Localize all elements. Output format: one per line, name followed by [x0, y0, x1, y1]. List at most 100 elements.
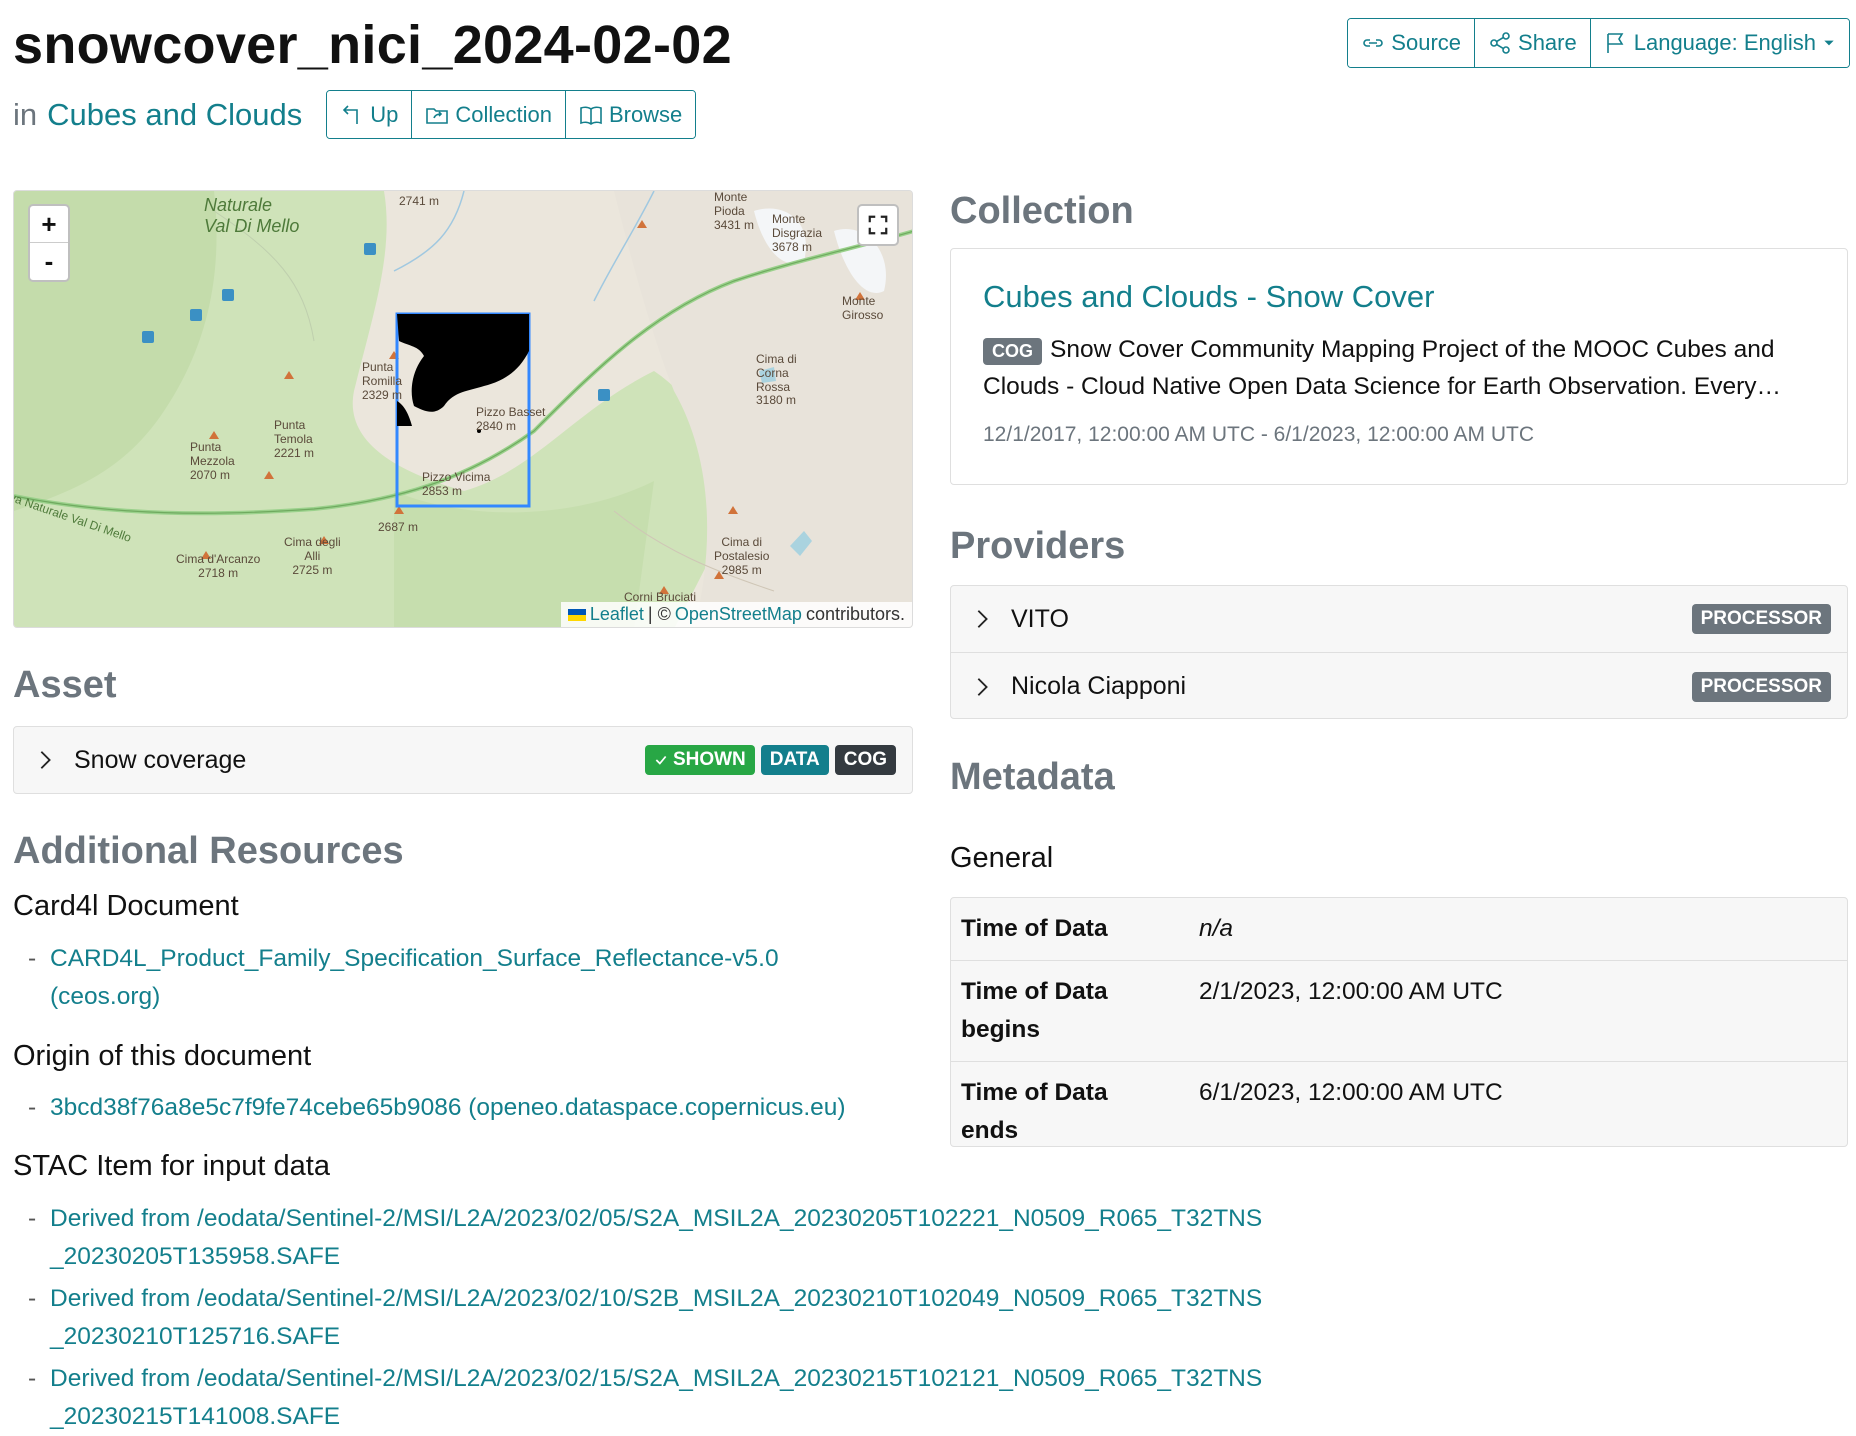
stac-link[interactable]: Derived from /eodata/Sentinel-2/MSI/L2A/…	[28, 1280, 1268, 1356]
collection-card[interactable]: Cubes and Clouds - Snow Cover COG Snow Co…	[950, 248, 1848, 485]
breadcrumb: in Cubes and Clouds Up Collection Browse	[13, 90, 697, 139]
map-label-pioda-name: Monte Pioda	[714, 190, 748, 218]
metadata-value: 2/1/2023, 12:00:00 AM UTC	[1199, 978, 1503, 1005]
metadata-group-title: General	[950, 842, 1054, 874]
check-icon	[655, 755, 667, 765]
map-label-temola: Punta Temola 2221 m	[274, 418, 315, 460]
stac-item: - Derived from /eodata/Sentinel-2/MSI/L2…	[28, 1360, 1268, 1436]
source-button-label: Source	[1391, 30, 1462, 55]
caret-down-icon	[1824, 40, 1834, 46]
card4l-item: - CARD4L_Product_Family_Specification_Su…	[28, 940, 828, 1016]
top-actions: Source Share Language: English	[1347, 18, 1850, 68]
shown-badge: SHOWN	[644, 745, 755, 775]
share-icon	[1490, 32, 1510, 54]
metadata-row: Time of Data ends 6/1/2023, 12:00:00 AM …	[951, 1062, 1847, 1146]
collection-heading: Collection	[950, 190, 1134, 232]
map-label-reserve: Naturale Val Di Mello	[204, 195, 300, 236]
source-button[interactable]: Source	[1348, 19, 1476, 67]
zoom-in-button[interactable]: +	[30, 206, 68, 243]
metadata-key: Time of Data	[961, 915, 1108, 942]
ukraine-flag-icon	[567, 608, 586, 621]
collection-button[interactable]: Collection	[412, 91, 566, 138]
chevron-right-icon	[977, 677, 988, 696]
card4l-title: Card4l Document	[13, 890, 239, 922]
catalog-link[interactable]: Cubes and Clouds	[47, 97, 302, 133]
map-attribution: Leaflet | © OpenStreetMap contributors.	[560, 602, 912, 627]
stac-title: STAC Item for input data	[13, 1150, 330, 1182]
leaflet-link[interactable]: Leaflet	[590, 604, 644, 625]
share-button[interactable]: Share	[1475, 19, 1591, 67]
browse-button[interactable]: Browse	[565, 91, 696, 138]
origin-link[interactable]: 3bcd38f76a8e5c7f9fe74cebe65b9086 (openeo…	[28, 1089, 928, 1127]
stac-link[interactable]: Derived from /eodata/Sentinel-2/MSI/L2A/…	[28, 1200, 1268, 1276]
attribution-separator: | ©	[647, 604, 671, 624]
arrow-up-left-icon	[343, 104, 359, 124]
attribution-suffix: contributors.	[805, 604, 905, 624]
collection-title-link[interactable]: Cubes and Clouds - Snow Cover	[983, 279, 1815, 315]
flag-icon	[1606, 33, 1624, 53]
collection-description: COG Snow Cover Community Mapping Project …	[983, 331, 1815, 405]
card4l-link[interactable]: CARD4L_Product_Family_Specification_Surf…	[28, 940, 828, 1016]
chevron-right-icon	[977, 610, 988, 628]
provider-name: Nicola Ciapponi	[1011, 672, 1187, 700]
collection-button-label: Collection	[455, 101, 552, 127]
map-label-girosso: Monte Girosso	[842, 294, 884, 322]
stac-link[interactable]: Derived from /eodata/Sentinel-2/MSI/L2A/…	[28, 1360, 1268, 1436]
providers-list: VITO PROCESSOR Nicola Ciapponi PROCESSOR	[950, 585, 1848, 719]
metadata-value: n/a	[1199, 915, 1234, 942]
provider-item[interactable]: Nicola Ciapponi PROCESSOR	[951, 653, 1847, 720]
map-label-corna: Cima di Corna Rossa 3180 m	[756, 352, 797, 408]
map-label-postalesio: Cima di Postalesio 2985 m	[714, 535, 770, 577]
stac-item: - Derived from /eodata/Sentinel-2/MSI/L2…	[28, 1280, 1268, 1356]
chevron-right-icon	[40, 751, 51, 769]
origin-title: Origin of this document	[13, 1040, 312, 1072]
up-button[interactable]: Up	[327, 91, 413, 138]
page-title: snowcover_nici_2024-02-02	[13, 15, 732, 75]
fullscreen-icon	[868, 215, 888, 235]
map-label-vicima: Pizzo Vicima 2853 m	[422, 470, 491, 498]
share-button-label: Share	[1518, 30, 1577, 55]
zoom-out-button[interactable]: -	[30, 243, 68, 280]
browse-button-label: Browse	[608, 101, 683, 127]
metadata-row: Time of Data begins 2/1/2023, 12:00:00 A…	[951, 961, 1847, 1062]
in-label: in	[13, 96, 38, 132]
asset-name: Snow coverage	[74, 745, 247, 774]
stac-item: - Derived from /eodata/Sentinel-2/MSI/L2…	[28, 1200, 1268, 1276]
nav-button-group: Up Collection Browse	[326, 90, 697, 139]
folder-share-icon	[426, 107, 449, 124]
metadata-row: Time of Data n/a	[951, 898, 1847, 961]
collection-cog-badge: COG	[983, 338, 1043, 365]
provider-name: VITO	[1011, 604, 1069, 633]
language-dropdown-label: Language: English	[1633, 30, 1816, 55]
origin-item: - 3bcd38f76a8e5c7f9fe74cebe65b9086 (open…	[28, 1089, 928, 1127]
shown-badge-label: SHOWN	[672, 749, 746, 770]
map-labels: Naturale Val Di Mello 2741 m Monte Pioda…	[14, 191, 912, 627]
provider-item[interactable]: VITO PROCESSOR	[951, 586, 1847, 653]
data-badge: DATA	[760, 745, 829, 775]
metadata-value: 6/1/2023, 12:00:00 AM UTC	[1199, 1079, 1503, 1106]
cog-badge: COG	[834, 745, 896, 775]
asset-item[interactable]: Snow coverage SHOWN DATA COG	[13, 726, 913, 794]
up-button-label: Up	[370, 101, 399, 127]
metadata-heading: Metadata	[950, 756, 1115, 798]
map-label-basset: Pizzo Basset 2840 m	[476, 405, 546, 433]
resources-heading: Additional Resources	[13, 830, 404, 872]
collection-description-text: Snow Cover Community Mapping Project of …	[983, 336, 1781, 400]
map-label-disgrazia: Monte Disgrazia 3678 m	[772, 212, 823, 254]
asset-heading: Asset	[13, 664, 117, 706]
provider-role-badge: PROCESSOR	[1691, 604, 1831, 634]
language-dropdown[interactable]: Language: English	[1590, 19, 1849, 67]
map-label-arcanzo: Cima d'Arcanzo 2718 m	[176, 552, 261, 580]
zoom-control: + -	[28, 204, 70, 282]
map-label-alli: Cima degli Alli 2725 m	[284, 535, 341, 577]
map-label-2741: 2741 m	[399, 194, 440, 208]
map-label-mezzola: Punta Mezzola 2070 m	[190, 440, 235, 482]
map-view[interactable]: Naturale Val Di Mello 2741 m Monte Pioda…	[13, 190, 913, 628]
map-label-riserva: va Naturale Val Di Mello	[13, 490, 134, 545]
osm-link[interactable]: OpenStreetMap	[675, 604, 802, 625]
collection-time-range: 12/1/2017, 12:00:00 AM UTC - 6/1/2023, 1…	[983, 423, 1534, 446]
fullscreen-button[interactable]	[857, 204, 899, 246]
map-label-2687: 2687 m	[378, 520, 419, 534]
link-icon	[1363, 39, 1384, 47]
providers-heading: Providers	[950, 525, 1126, 567]
